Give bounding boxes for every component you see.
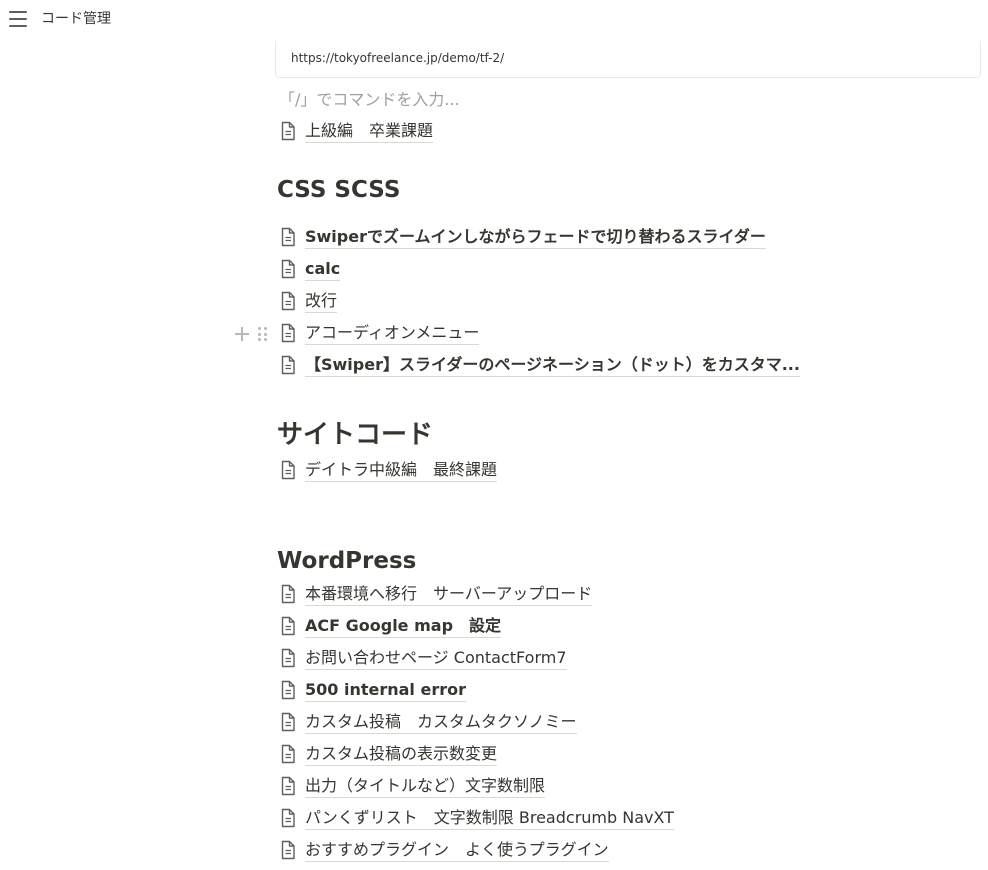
drag-handle-icon[interactable] xyxy=(258,327,268,341)
page-link[interactable]: おすすめプラグイン よく使うプラグイン xyxy=(279,837,609,863)
page-link[interactable]: 本番環境へ移行 サーバーアップロード xyxy=(279,581,593,607)
section-heading-site[interactable]: サイトコード xyxy=(277,419,433,451)
page-link-label: お問い合わせページ ContactForm7 xyxy=(305,647,567,670)
page-link-label: デイトラ中級編 最終課題 xyxy=(305,459,498,482)
page-link-label: カスタム投稿の表示数変更 xyxy=(305,743,498,766)
page-link-label: Swiperでズームインしながらフェードで切り替わるスライダー xyxy=(305,226,766,249)
document-icon xyxy=(281,291,295,311)
hamburger-icon[interactable] xyxy=(9,11,27,27)
bookmark-url[interactable]: https://tokyofreelance.jp/demo/tf-2/ xyxy=(291,50,504,66)
document-icon xyxy=(281,323,295,343)
page-link-label: パンくずリスト 文字数制限 Breadcrumb NavXT xyxy=(305,807,674,830)
page-link[interactable]: 500 internal error xyxy=(279,677,466,703)
page-link[interactable]: お問い合わせページ ContactForm7 xyxy=(279,645,567,671)
page-link[interactable]: パンくずリスト 文字数制限 Breadcrumb NavXT xyxy=(279,805,674,831)
page-link-label: 本番環境へ移行 サーバーアップロード xyxy=(305,583,593,606)
document-icon xyxy=(281,744,295,764)
page-link[interactable]: カスタム投稿 カスタムタクソノミー xyxy=(279,709,577,735)
page-link-label: おすすめプラグイン よく使うプラグイン xyxy=(305,839,609,862)
top-bar: コード管理 xyxy=(0,0,988,38)
section-heading-wordpress[interactable]: WordPress xyxy=(277,545,416,577)
document-icon xyxy=(281,355,295,375)
page-link-label: ACF Google map 設定 xyxy=(305,615,502,638)
page-title[interactable]: コード管理 xyxy=(41,9,111,29)
command-placeholder[interactable]: 「/」でコマンドを入力... xyxy=(279,89,460,111)
page-link[interactable]: 上級編 卒業課題 xyxy=(279,118,434,144)
page-link-label: 上級編 卒業課題 xyxy=(305,120,434,143)
plus-icon[interactable] xyxy=(234,326,250,342)
page-link[interactable]: アコーディオンメニュー xyxy=(279,320,480,346)
document-icon xyxy=(281,259,295,279)
section-heading-css[interactable]: CSS SCSS xyxy=(277,174,400,206)
block-handle xyxy=(234,325,274,343)
document-icon xyxy=(281,460,295,480)
document-icon xyxy=(281,808,295,828)
page-link[interactable]: ACF Google map 設定 xyxy=(279,613,502,639)
page-link-label: 500 internal error xyxy=(305,679,466,702)
page-link[interactable]: Swiperでズームインしながらフェードで切り替わるスライダー xyxy=(279,224,766,250)
document-icon xyxy=(281,648,295,668)
page-link[interactable]: calc xyxy=(279,256,341,282)
document-icon xyxy=(281,584,295,604)
document-icon xyxy=(281,121,295,141)
bookmark-block[interactable]: https://tokyofreelance.jp/demo/tf-2/ xyxy=(275,41,981,78)
page-link-label: カスタム投稿 カスタムタクソノミー xyxy=(305,711,577,734)
page-link-label: calc xyxy=(305,258,341,281)
document-icon xyxy=(281,776,295,796)
page-link-label: 出力（タイトルなど）文字数制限 xyxy=(305,775,546,798)
page-link[interactable]: カスタム投稿の表示数変更 xyxy=(279,741,498,767)
page-link-label: 改行 xyxy=(305,290,338,313)
document-icon xyxy=(281,616,295,636)
page-link[interactable]: 【Swiper】スライダーのページネーション（ドット）をカスタマ... xyxy=(279,352,800,378)
page-link[interactable]: 出力（タイトルなど）文字数制限 xyxy=(279,773,546,799)
document-icon xyxy=(281,712,295,732)
page-link-label: アコーディオンメニュー xyxy=(305,322,480,345)
page-link[interactable]: 改行 xyxy=(279,288,338,314)
page-link-label: 【Swiper】スライダーのページネーション（ドット）をカスタマ... xyxy=(305,354,800,377)
document-icon xyxy=(281,840,295,860)
page-link[interactable]: デイトラ中級編 最終課題 xyxy=(279,457,498,483)
document-icon xyxy=(281,680,295,700)
document-icon xyxy=(281,227,295,247)
